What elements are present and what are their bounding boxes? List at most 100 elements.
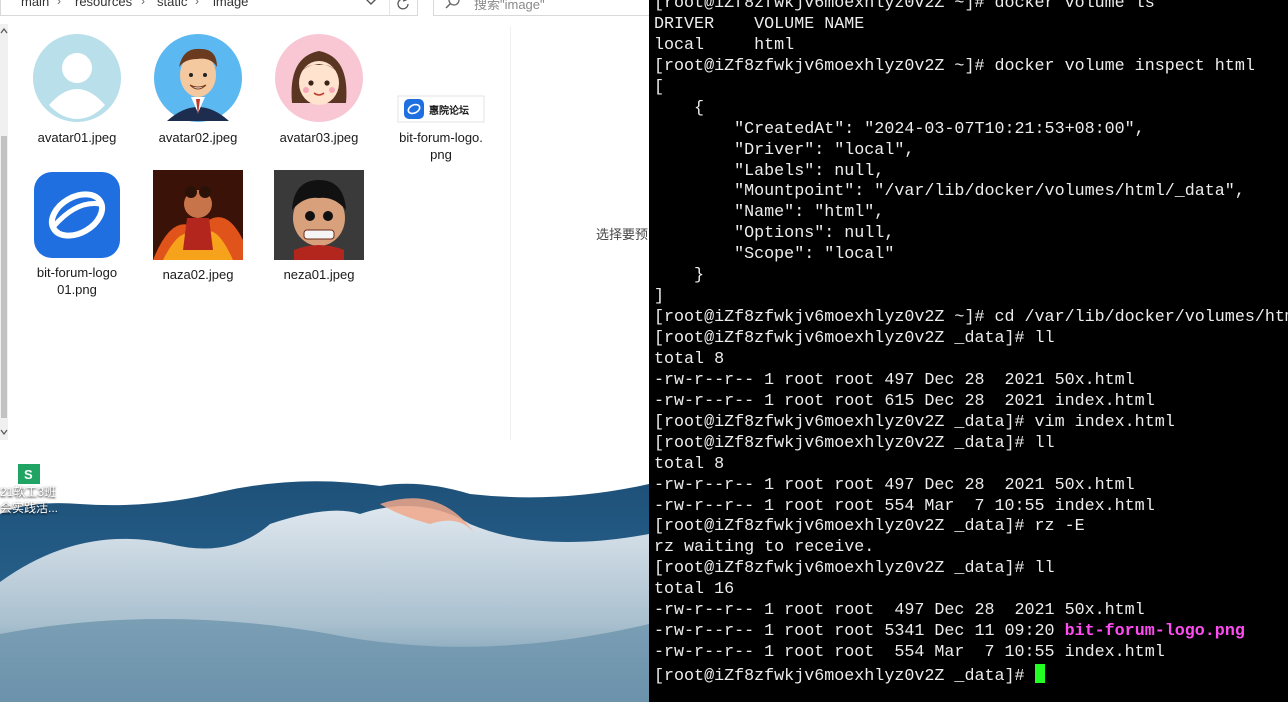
terminal-line: } <box>654 266 1288 287</box>
terminal-line-text: [root@iZf8zfwkjv6moexhlyz0v2Z ~]# docker… <box>654 0 1155 13</box>
nezha-fire-icon <box>153 170 243 260</box>
cartoon-girl-icon <box>274 33 364 123</box>
terminal-line-text: "CreatedAt": "2024-03-07T10:21:53+08:00"… <box>654 119 1145 139</box>
forum-logo-icon: 惠院论坛 <box>396 33 486 123</box>
terminal-line: -rw-r--r-- 1 root root 497 Dec 28 2021 5… <box>654 601 1288 622</box>
terminal-line-text: "Driver": "local", <box>654 140 915 160</box>
wallpaper-image <box>0 464 649 702</box>
terminal-window[interactable]: [root@iZf8zfwkjv6moexhlyz0v2Z ~]# docker… <box>649 0 1288 702</box>
preview-pane-divider[interactable] <box>510 26 511 440</box>
chevron-right-icon: › <box>57 0 61 8</box>
terminal-line-text: local html <box>654 35 795 55</box>
terminal-line: total 8 <box>654 455 1288 476</box>
terminal-line: "CreatedAt": "2024-03-07T10:21:53+08:00"… <box>654 120 1288 141</box>
terminal-line-text: total 8 <box>654 454 725 474</box>
search-box[interactable]: 搜索"image" <box>433 0 649 16</box>
spreadsheet-icon[interactable]: S <box>0 464 42 486</box>
terminal-line-text: } <box>654 266 705 286</box>
file-item[interactable]: avatar03.jpeg <box>264 33 374 153</box>
terminal-line: [root@iZf8zfwkjv6moexhlyz0v2Z _data]# vi… <box>654 413 1288 434</box>
breadcrumb-static[interactable]: static <box>157 0 187 9</box>
terminal-line: "Mountpoint": "/var/lib/docker/volumes/h… <box>654 182 1288 203</box>
address-bar[interactable]: main › resources › static › image <box>0 0 418 16</box>
terminal-line-text: [root@iZf8zfwkjv6moexhlyz0v2Z _data]# <box>654 667 1035 686</box>
file-item[interactable]: bit-forum-logo 01.png <box>22 170 132 300</box>
cartoon-man-icon <box>153 33 243 123</box>
breadcrumb-image[interactable]: image <box>213 0 248 9</box>
chevron-down-icon[interactable] <box>361 0 381 11</box>
desktop-wallpaper: S 21软工3班 会实践活... <box>0 464 649 702</box>
search-icon <box>445 0 460 9</box>
terminal-line: [ <box>654 78 1288 99</box>
terminal-line-text: total 16 <box>654 580 735 600</box>
terminal-line: total 8 <box>654 350 1288 371</box>
terminal-line: [root@iZf8zfwkjv6moexhlyz0v2Z ~]# docker… <box>654 0 1288 15</box>
terminal-line: local html <box>654 36 1288 57</box>
chevron-right-icon: › <box>141 0 145 8</box>
terminal-line: -rw-r--r-- 1 root root 554 Mar 7 10:55 i… <box>654 497 1288 518</box>
terminal-line: -rw-r--r-- 1 root root 5341 Dec 11 09:20… <box>654 622 1288 643</box>
terminal-line: [root@iZf8zfwkjv6moexhlyz0v2Z _data]# rz… <box>654 517 1288 538</box>
file-name: bit-forum-logo. png <box>399 130 483 162</box>
nezha-grin-icon <box>274 170 364 260</box>
terminal-line: [root@iZf8zfwkjv6moexhlyz0v2Z _data]# ll <box>654 434 1288 455</box>
terminal-line-text: [root@iZf8zfwkjv6moexhlyz0v2Z _data]# rz… <box>654 517 1085 537</box>
breadcrumb-resources[interactable]: resources <box>75 0 132 9</box>
terminal-line-text: "Mountpoint": "/var/lib/docker/volumes/h… <box>654 182 1245 202</box>
terminal-line-text: [root@iZf8zfwkjv6moexhlyz0v2Z _data]# ll <box>654 433 1055 453</box>
terminal-line: [root@iZf8zfwkjv6moexhlyz0v2Z _data]# <box>654 664 1288 686</box>
file-item[interactable]: avatar02.jpeg <box>143 33 253 153</box>
file-name: neza01.jpeg <box>283 267 355 282</box>
terminal-line-text: "Scope": "local" <box>654 245 895 265</box>
terminal-line-text: "Name": "html", <box>654 203 885 223</box>
terminal-line-text: -rw-r--r-- 1 root root 497 Dec 28 2021 5… <box>654 370 1135 390</box>
terminal-line: { <box>654 99 1288 120</box>
file-name: avatar03.jpeg <box>279 130 359 145</box>
terminal-line-text: rz waiting to receive. <box>654 538 875 558</box>
terminal-line-text: [root@iZf8zfwkjv6moexhlyz0v2Z ~]# cd /va… <box>654 308 1288 328</box>
terminal-line: DRIVER VOLUME NAME <box>654 15 1288 36</box>
terminal-line-text: [root@iZf8zfwkjv6moexhlyz0v2Z ~]# docker… <box>654 56 1255 76</box>
terminal-line-text: "Labels": null, <box>654 161 885 181</box>
terminal-line: [root@iZf8zfwkjv6moexhlyz0v2Z ~]# cd /va… <box>654 308 1288 329</box>
terminal-line: "Labels": null, <box>654 162 1288 183</box>
terminal-line-text: -rw-r--r-- 1 root root 615 Dec 28 2021 i… <box>654 391 1155 411</box>
scroll-down-arrow-icon[interactable] <box>0 427 8 437</box>
scroll-up-arrow-icon[interactable] <box>0 26 8 36</box>
terminal-line: ] <box>654 287 1288 308</box>
file-name: naza02.jpeg <box>162 267 234 282</box>
desktop-icon-label[interactable]: 21软工3班 会实践活... <box>0 484 58 516</box>
forum-logo-text: 惠院论坛 <box>429 106 469 117</box>
refresh-icon[interactable] <box>389 0 416 15</box>
terminal-line: -rw-r--r-- 1 root root 615 Dec 28 2021 i… <box>654 392 1288 413</box>
terminal-line-text: [root@iZf8zfwkjv6moexhlyz0v2Z _data]# ll <box>654 559 1055 579</box>
vertical-scrollbar[interactable] <box>0 24 8 440</box>
terminal-line-text: ] <box>654 287 665 307</box>
terminal-line: total 16 <box>654 580 1288 601</box>
terminal-line-text: [root@iZf8zfwkjv6moexhlyz0v2Z _data]# vi… <box>654 412 1175 432</box>
terminal-line-text: -rw-r--r-- 1 root root 554 Mar 7 10:55 i… <box>654 496 1155 516</box>
terminal-line: -rw-r--r-- 1 root root 497 Dec 28 2021 5… <box>654 371 1288 392</box>
terminal-line: [root@iZf8zfwkjv6moexhlyz0v2Z ~]# docker… <box>654 57 1288 78</box>
file-name: bit-forum-logo 01.png <box>36 265 118 297</box>
terminal-line: [root@iZf8zfwkjv6moexhlyz0v2Z _data]# ll <box>654 329 1288 350</box>
terminal-line-text: -rw-r--r-- 1 root root 5341 Dec 11 09:20 <box>654 622 1065 642</box>
terminal-line: rz waiting to receive. <box>654 538 1288 559</box>
terminal-line: -rw-r--r-- 1 root root 554 Mar 7 10:55 i… <box>654 643 1288 664</box>
file-item[interactable]: avatar01.jpeg <box>22 33 132 153</box>
preview-pane-message: 选择要预览 <box>596 227 649 242</box>
file-name: avatar02.jpeg <box>158 130 238 145</box>
terminal-line: "Driver": "local", <box>654 141 1288 162</box>
terminal-line-text: DRIVER VOLUME NAME <box>654 14 865 34</box>
svg-text:S: S <box>24 467 33 482</box>
terminal-line-text: { <box>654 98 705 118</box>
file-item[interactable]: naza02.jpeg <box>143 170 253 290</box>
file-item[interactable]: neza01.jpeg <box>264 170 374 290</box>
avatar-placeholder-icon <box>32 33 122 123</box>
terminal-line: [root@iZf8zfwkjv6moexhlyz0v2Z _data]# ll <box>654 559 1288 580</box>
scrollbar-thumb[interactable] <box>1 136 7 418</box>
terminal-line-text: -rw-r--r-- 1 root root 554 Mar 7 10:55 i… <box>654 643 1165 663</box>
breadcrumb-main[interactable]: main <box>21 0 49 9</box>
file-item[interactable]: 惠院论坛 bit-forum-logo. png <box>386 33 496 163</box>
terminal-line: "Name": "html", <box>654 203 1288 224</box>
